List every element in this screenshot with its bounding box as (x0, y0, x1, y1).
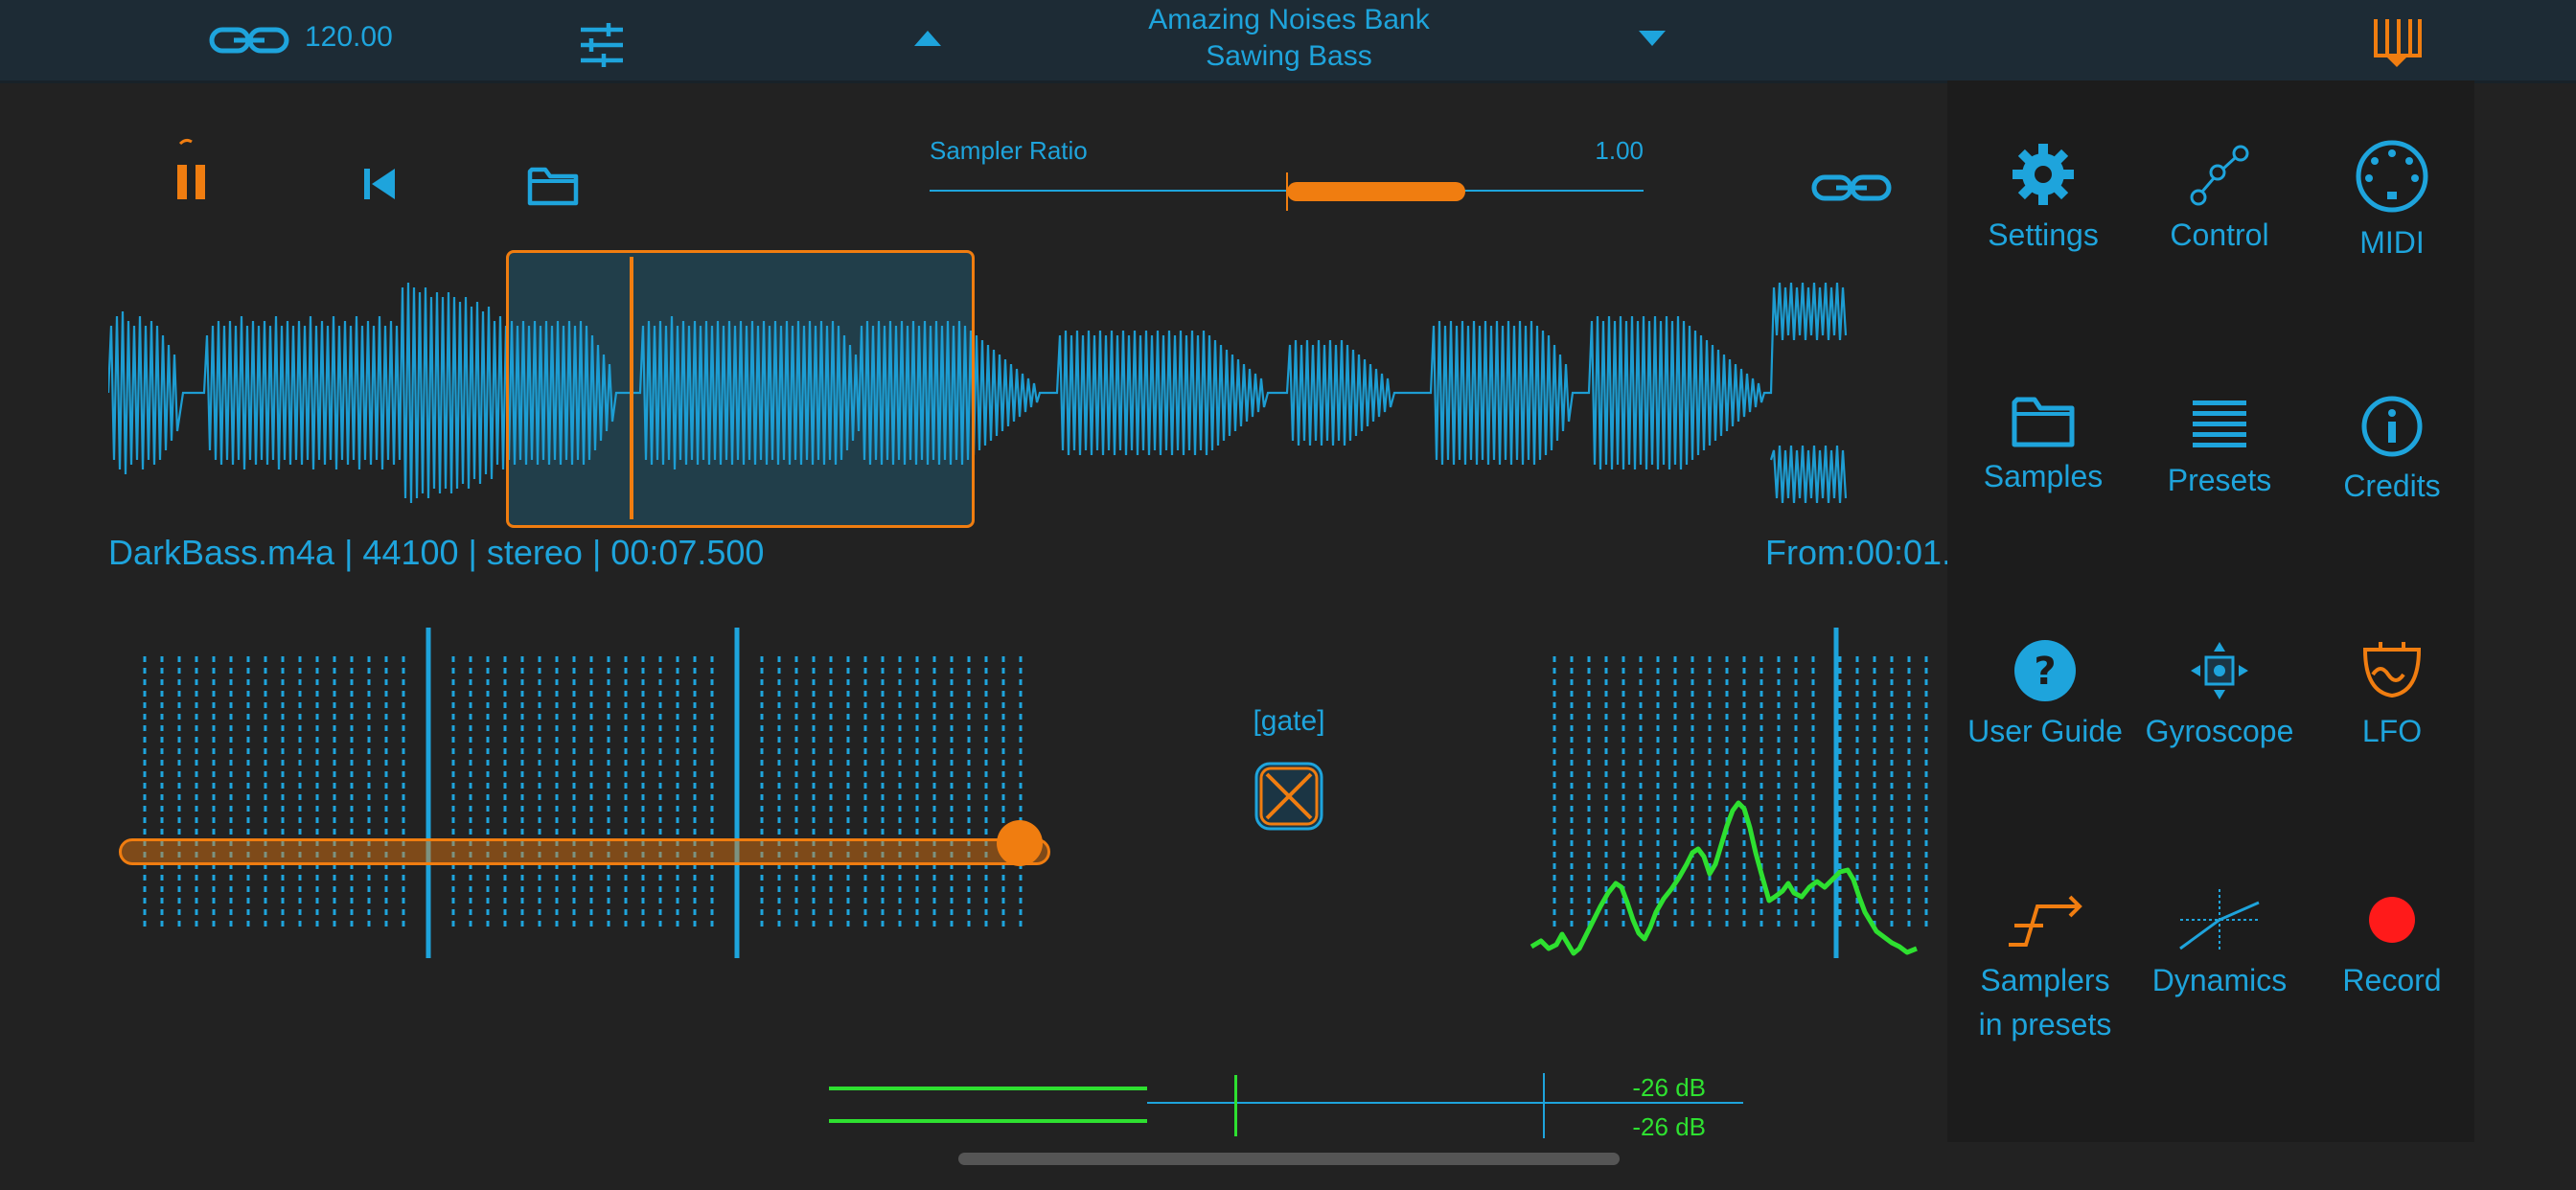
record-icon (2369, 897, 2415, 943)
level-tick (1543, 1073, 1545, 1138)
dynamics-icon (2179, 889, 2260, 950)
menu-item-lfo[interactable]: LFO (2296, 638, 2488, 753)
loop-selection-region[interactable] (506, 250, 975, 528)
tempo-link-icon[interactable] (209, 23, 289, 62)
preset-bank-name[interactable]: Amazing Noises Bank (1054, 4, 1524, 36)
midi-icon (2356, 140, 2428, 213)
level-meter-left (829, 1087, 1147, 1090)
menu-item-record[interactable]: Record (2296, 887, 2488, 1002)
menu-label-lfo: LFO (2361, 714, 2423, 748)
menu-label-samplers-line2: in presets (1978, 1007, 2112, 1041)
home-indicator[interactable] (958, 1153, 1620, 1165)
waveform-display[interactable] (108, 268, 1948, 517)
menu-label-gyroscope: Gyroscope (2145, 714, 2294, 748)
playhead-cursor[interactable] (630, 257, 633, 519)
list-icon (2193, 400, 2246, 447)
menu-item-control[interactable]: Control (2124, 142, 2315, 257)
menu-label-dynamics: Dynamics (2151, 963, 2288, 997)
menu-item-credits[interactable]: Credits (2296, 395, 2488, 508)
menu-label-control: Control (2170, 217, 2269, 252)
menu-label-presets: Presets (2167, 463, 2272, 497)
pitch-grid[interactable] (108, 623, 1057, 963)
preset-name[interactable]: Sawing Bass (1054, 40, 1524, 73)
menu-label-midi: MIDI (2359, 225, 2425, 260)
pitch-slider-track[interactable] (119, 838, 1050, 865)
pitch-slider-thumb[interactable] (997, 820, 1043, 866)
threshold-marker[interactable] (1234, 1075, 1237, 1136)
level-db-left: -26 dB (1632, 1073, 1706, 1102)
menu-item-samples[interactable]: Samples (1947, 395, 2139, 498)
sampler-ratio-value: 1.00 (1595, 136, 1644, 165)
gyroscope-icon (2191, 642, 2248, 699)
samplers-icon (2009, 895, 2082, 947)
gear-icon (2012, 144, 2074, 205)
menu-item-samplers-in-presets[interactable]: Samplers in presets (1949, 887, 2141, 1046)
mixer-sliders-icon[interactable] (578, 21, 626, 74)
folder-icon (2012, 397, 2075, 447)
svg-text:?: ? (2034, 650, 2056, 694)
menu-item-midi[interactable]: MIDI (2296, 138, 2488, 264)
help-icon: ? (2014, 640, 2076, 701)
pause-icon[interactable] (172, 136, 211, 208)
info-icon (2361, 396, 2423, 457)
gate-toggle[interactable] (1254, 761, 1324, 836)
menu-item-settings[interactable]: Settings (1947, 142, 2139, 257)
menu-label-credits: Credits (2343, 469, 2441, 503)
from-time: From:00:01. (1765, 533, 1952, 572)
load-file-folder-icon[interactable] (527, 165, 579, 212)
control-nodes-icon (2190, 145, 2249, 206)
level-meter-right (829, 1119, 1147, 1123)
sampler-ratio-label: Sampler Ratio (930, 136, 1088, 165)
preset-next-icon[interactable] (1637, 29, 1668, 53)
skip-to-start-icon[interactable] (362, 167, 399, 206)
gate-label: [gate] (1253, 705, 1325, 737)
file-info: DarkBass.m4a | 44100 | stereo | 00:07.50… (108, 533, 765, 572)
keyboard-menu-icon[interactable] (2371, 15, 2423, 74)
menu-item-user-guide[interactable]: ? User Guide (1949, 638, 2141, 753)
level-db-right: -26 dB (1632, 1112, 1706, 1141)
sampler-ratio-fill[interactable] (1287, 182, 1465, 201)
menu-item-dynamics[interactable]: Dynamics (2124, 887, 2315, 1002)
lfo-icon (2362, 642, 2422, 698)
bpm-value[interactable]: 120.00 (305, 21, 393, 54)
menu-label-settings: Settings (1988, 217, 2099, 252)
preset-previous-icon[interactable] (912, 29, 943, 53)
menu-label-samples: Samples (1983, 459, 2104, 493)
menu-label-record: Record (2342, 963, 2442, 997)
menu-item-presets[interactable]: Presets (2124, 397, 2315, 502)
menu-label-user-guide: User Guide (1967, 714, 2123, 748)
menu-label-samplers: Samplers (1980, 963, 2110, 997)
sampler-link-icon[interactable] (1811, 171, 1892, 210)
spectrum-grid[interactable] (1524, 623, 1947, 963)
menu-item-gyroscope[interactable]: Gyroscope (2124, 638, 2315, 753)
